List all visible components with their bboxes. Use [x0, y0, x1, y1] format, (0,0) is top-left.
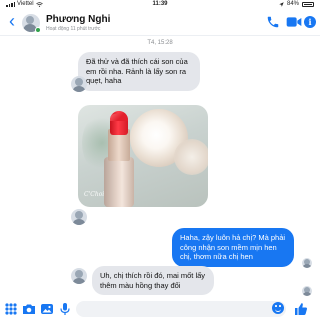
- incoming-message[interactable]: Uh, chị thích rồi đó, mai mốt lấy thêm m…: [92, 266, 214, 295]
- outgoing-message[interactable]: Haha, zậy luôn hả chị? Mà phải công nhận…: [172, 228, 294, 267]
- online-indicator: [35, 27, 41, 33]
- phone-icon[interactable]: [266, 15, 280, 29]
- emoji-icon[interactable]: [272, 302, 284, 314]
- apps-icon[interactable]: [4, 302, 18, 316]
- mic-icon[interactable]: [58, 302, 72, 316]
- lipstick-cap: [104, 157, 134, 207]
- read-receipt-avatar: [302, 258, 312, 268]
- photo-watermark: C'Choi: [84, 191, 105, 198]
- battery-info: 84%: [279, 1, 314, 7]
- photo-message[interactable]: C'Choi: [78, 105, 208, 207]
- read-receipt-avatar: [302, 286, 312, 296]
- battery-icon: [302, 1, 314, 7]
- camera-icon[interactable]: [22, 302, 36, 316]
- battery-percent: 84%: [286, 1, 299, 7]
- contact-active-status: Hoạt động 11 phút trước: [46, 26, 101, 32]
- status-bar: Viettel 11:39 84%: [0, 0, 320, 10]
- video-icon[interactable]: [286, 16, 302, 28]
- sender-avatar[interactable]: [71, 76, 87, 92]
- incoming-message[interactable]: Đã thử và đã thích cái son của em rồi nh…: [78, 52, 200, 91]
- message-input[interactable]: [76, 301, 286, 317]
- message-composer: [0, 298, 320, 320]
- clock: 11:39: [152, 1, 168, 7]
- info-icon[interactable]: i: [304, 16, 316, 28]
- sender-avatar[interactable]: [71, 209, 87, 225]
- gallery-icon[interactable]: [40, 302, 54, 316]
- sender-avatar[interactable]: [71, 268, 87, 284]
- conversation-timestamp: T4, 15:28: [147, 40, 173, 46]
- like-icon[interactable]: [294, 302, 308, 316]
- back-icon[interactable]: ‹: [4, 12, 20, 32]
- contact-name[interactable]: Phương Nghi: [46, 14, 110, 25]
- conversation-header: ‹ Phương Nghi Hoạt động 11 phút trước i: [0, 10, 320, 36]
- location-icon: [279, 1, 284, 7]
